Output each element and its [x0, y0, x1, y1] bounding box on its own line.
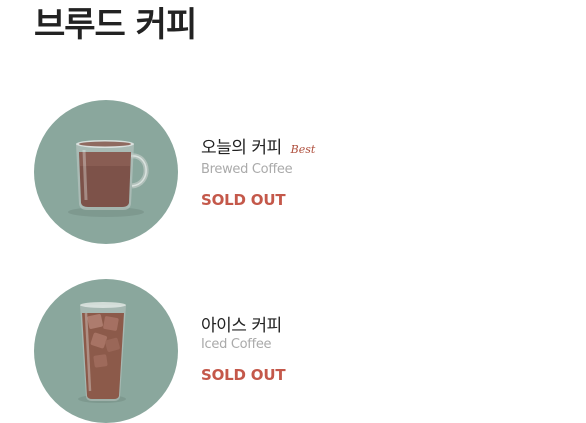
- menu-item-brewed-coffee[interactable]: 오늘의 커피 Best Brewed Coffee SOLD OUT: [34, 100, 554, 244]
- product-name-ko: 오늘의 커피: [201, 138, 282, 158]
- sold-out-label: SOLD OUT: [201, 191, 286, 209]
- best-badge: Best: [290, 143, 316, 156]
- product-info: 오늘의 커피 Best Brewed Coffee SOLD OUT: [201, 133, 541, 209]
- product-info: 아이스 커피 Iced Coffee SOLD OUT: [201, 311, 541, 384]
- product-name-row: 오늘의 커피 Best: [201, 133, 541, 158]
- product-thumbnail: [34, 279, 178, 423]
- product-name-en: Brewed Coffee: [201, 162, 293, 177]
- hot-coffee-mug-icon: [34, 100, 178, 244]
- page-title: 브루드 커피: [34, 5, 197, 45]
- product-name-en: Iced Coffee: [201, 337, 272, 352]
- product-thumbnail: [34, 100, 178, 244]
- iced-coffee-cup-icon: [34, 279, 178, 423]
- menu-item-iced-coffee[interactable]: 아이스 커피 Iced Coffee SOLD OUT: [34, 279, 554, 423]
- product-name-row: 아이스 커피: [201, 311, 541, 336]
- sold-out-label: SOLD OUT: [201, 366, 286, 384]
- product-name-ko: 아이스 커피: [201, 316, 282, 336]
